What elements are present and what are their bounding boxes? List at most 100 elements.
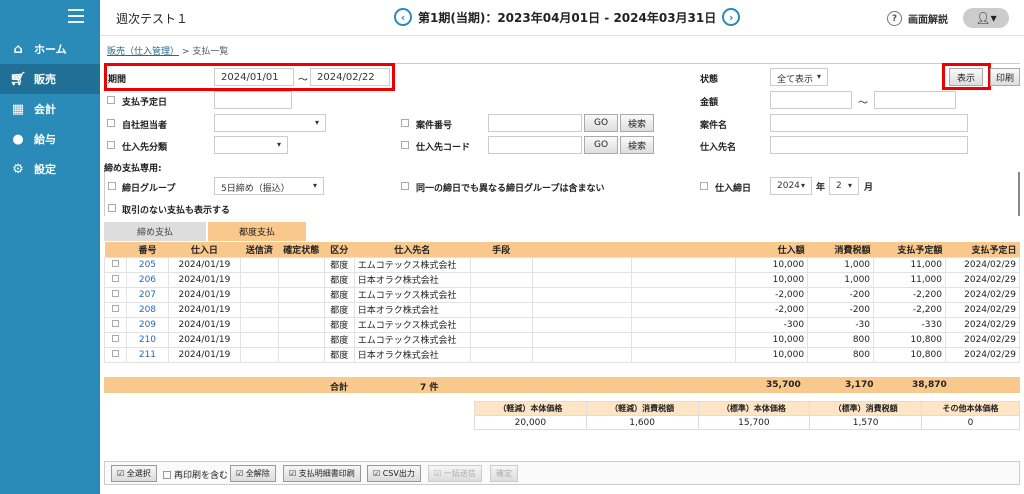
table-row[interactable]: 207 2024/01/19 都度 エムコテックス株式会社 -2,000 -200 -2,2… [104, 286, 1021, 303]
breadcrumb-parent-link[interactable]: 販売（仕入管理） [107, 47, 179, 57]
payment-number-link[interactable]: 208 [139, 305, 156, 315]
case-search-button[interactable]: 検索 [620, 114, 654, 132]
case-no-checkbox[interactable] [401, 119, 409, 127]
payment-number-link[interactable]: 209 [139, 320, 156, 330]
row-select-checkbox[interactable] [111, 334, 119, 342]
staff-select[interactable] [214, 114, 326, 132]
menu-icon[interactable] [68, 9, 84, 23]
row-checkbox[interactable] [104, 256, 127, 273]
row-checkbox[interactable] [104, 271, 127, 288]
include-reprint-checkbox[interactable] [163, 470, 171, 479]
column-header[interactable]: 消費税額 [807, 242, 874, 257]
case-go-button[interactable]: GO [584, 114, 618, 132]
csv-export-button[interactable]: ☑ CSV出力 [367, 465, 421, 482]
row-select-checkbox[interactable] [111, 274, 119, 282]
payment-number-link[interactable]: 207 [139, 290, 156, 300]
closing-group-select[interactable]: 5日締め（振込） [214, 177, 324, 195]
sidebar-item-payroll[interactable]: ● 給与 [0, 124, 100, 154]
column-header[interactable]: 確定状態 [278, 242, 325, 257]
sidebar-item-settings[interactable]: ⚙ 設定 [0, 154, 100, 184]
case-name-input[interactable] [770, 114, 968, 132]
select-all-button[interactable]: ☑ 全選択 [111, 465, 157, 482]
column-header[interactable]: 支払予定日 [945, 242, 1020, 257]
next-period-button[interactable]: › [722, 8, 741, 26]
supplier-search-button[interactable]: 検索 [620, 136, 654, 154]
cell-number[interactable]: 208 [125, 301, 169, 318]
breadcrumb: 販売（仕入管理） > 支払一覧 [107, 44, 228, 57]
supplier-class-checkbox[interactable] [107, 141, 115, 149]
print-statement-button[interactable]: ☑ 支払明細書印刷 [283, 465, 361, 482]
sidebar-item-home[interactable]: ⌂ ホーム [0, 34, 100, 64]
supplier-code-input[interactable] [488, 136, 582, 154]
due-date-input[interactable] [214, 91, 292, 109]
cell-pay: -2,200 [873, 286, 946, 303]
month-select[interactable]: 2 [829, 177, 859, 195]
row-select-checkbox[interactable] [111, 319, 119, 327]
amount-min-input[interactable] [770, 91, 852, 109]
row-checkbox[interactable] [104, 316, 127, 333]
cell-sent [239, 346, 279, 363]
payment-number-link[interactable]: 211 [139, 350, 156, 360]
cell-number[interactable]: 205 [125, 256, 169, 273]
user-icon: 👤︎ [975, 11, 991, 25]
table-row[interactable]: 208 2024/01/19 都度 日本オラク株式会社 -2,000 -200 -2,200… [104, 301, 1021, 318]
table-row[interactable]: 205 2024/01/19 都度 エムコテックス株式会社 10,000 1,000 11,… [104, 256, 1021, 273]
row-select-checkbox[interactable] [111, 349, 119, 357]
prev-period-button[interactable]: ‹ [394, 8, 412, 26]
year-select[interactable]: 2024 [770, 177, 812, 195]
supplier-name-input[interactable] [770, 136, 968, 154]
column-header[interactable]: 手段 [470, 242, 533, 257]
column-header[interactable]: 仕入額 [735, 242, 808, 257]
include-reprint-toggle[interactable]: 再印刷を含む [163, 468, 228, 481]
supplier-code-checkbox[interactable] [401, 141, 409, 149]
cell-type: 都度 [323, 331, 355, 348]
table-row[interactable]: 209 2024/01/19 都度 エムコテックス株式会社 -300 -30 -330 202… [104, 316, 1021, 333]
cell-number[interactable]: 207 [125, 286, 169, 303]
table-row[interactable]: 206 2024/01/19 都度 日本オラク株式会社 10,000 1,000 11,00… [104, 271, 1021, 288]
cell-number[interactable]: 210 [125, 331, 169, 348]
row-checkbox[interactable] [104, 301, 127, 318]
cell-status [277, 271, 325, 288]
deselect-all-button[interactable]: ☑ 全解除 [230, 465, 276, 482]
sidebar-item-sales[interactable]: 🛒︎ 販売 [0, 64, 100, 94]
tab-closing-payment[interactable]: 締め支払 [104, 222, 206, 241]
due-date-checkbox[interactable] [107, 96, 115, 104]
bulk-send-button[interactable]: ☑ 一括送信 [428, 465, 482, 482]
supplier-class-select[interactable] [214, 136, 288, 154]
row-checkbox[interactable] [104, 286, 127, 303]
purchase-close-checkbox[interactable] [700, 182, 708, 190]
table-row[interactable]: 210 2024/01/19 都度 エムコテックス株式会社 10,000 800 10,80… [104, 331, 1021, 348]
status-select[interactable]: 全て表示 [770, 68, 828, 86]
payment-number-link[interactable]: 210 [139, 335, 156, 345]
cell-number[interactable]: 206 [125, 271, 169, 288]
row-select-checkbox[interactable] [111, 304, 119, 312]
table-row[interactable]: 211 2024/01/19 都度 日本オラク株式会社 10,000 800 10,800 2… [104, 346, 1021, 363]
print-button[interactable]: 印刷 [990, 68, 1020, 86]
column-header[interactable]: 区分 [324, 242, 355, 257]
payment-number-link[interactable]: 205 [139, 260, 156, 270]
show-no-txn-checkbox[interactable] [108, 204, 116, 212]
tab-each-payment[interactable]: 都度支払 [208, 222, 306, 241]
supplier-go-button[interactable]: GO [584, 136, 618, 154]
payment-number-link[interactable]: 206 [139, 275, 156, 285]
row-checkbox[interactable] [104, 331, 127, 348]
column-header[interactable]: 送信済 [240, 242, 279, 257]
row-select-checkbox[interactable] [111, 289, 119, 297]
row-checkbox[interactable] [104, 346, 127, 363]
amount-max-input[interactable] [874, 91, 956, 109]
closing-group-checkbox[interactable] [108, 182, 116, 190]
staff-checkbox[interactable] [107, 119, 115, 127]
column-header[interactable]: 仕入日 [168, 242, 241, 257]
cell-number[interactable]: 209 [125, 316, 169, 333]
row-select-checkbox[interactable] [111, 259, 119, 267]
sidebar-item-accounting[interactable]: ▦ 会計 [0, 94, 100, 124]
case-no-input[interactable] [488, 114, 582, 132]
column-header[interactable]: 支払予定額 [873, 242, 946, 257]
help-link[interactable]: ? 画面解説 [887, 11, 948, 26]
user-menu-button[interactable]: 👤︎ ▾ [963, 8, 1009, 28]
column-header[interactable]: 番号 [126, 242, 169, 257]
cell-number[interactable]: 211 [125, 346, 169, 363]
confirm-button[interactable]: 確定 [490, 465, 518, 482]
column-header[interactable]: 仕入先名 [354, 242, 471, 257]
exclude-checkbox[interactable] [401, 182, 409, 190]
